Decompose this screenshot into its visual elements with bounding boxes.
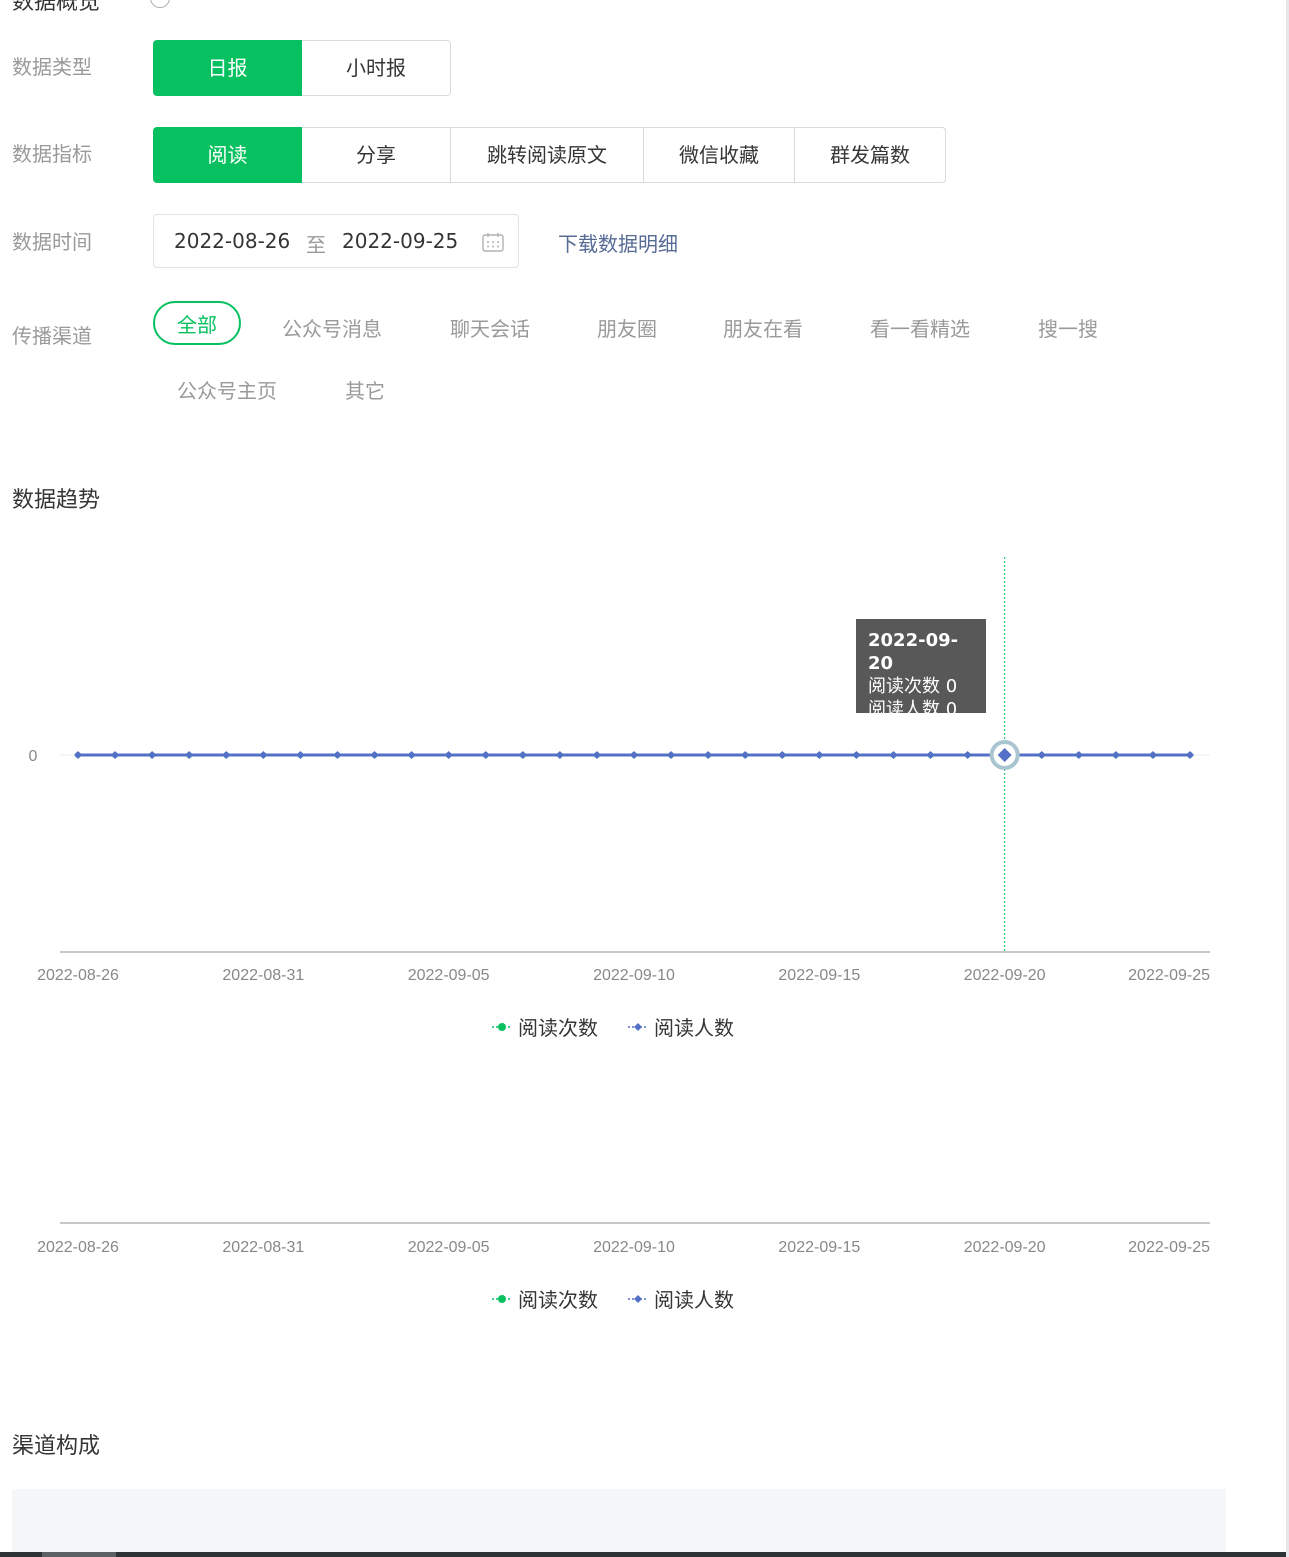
- tooltip-read-count: 阅读次数 0: [868, 676, 958, 697]
- point-reader-count: [1037, 751, 1046, 759]
- legend-label: 阅读人数: [654, 1288, 734, 1312]
- x-tick-label: 2022-09-20: [964, 967, 1046, 984]
- point-reader-count: [148, 751, 157, 759]
- legend-diamond-icon: [628, 1022, 648, 1031]
- legend-reader-count[interactable]: 阅读人数: [628, 1012, 734, 1041]
- point-reader-count: [555, 751, 564, 759]
- point-reader-count: [592, 751, 601, 759]
- point-reader-count: [296, 751, 305, 759]
- point-reader-count: [1111, 751, 1120, 759]
- legend-diamond-icon: [628, 1294, 648, 1303]
- point-reader-count: [704, 751, 713, 759]
- x-tick-label: 2022-09-15: [778, 1239, 860, 1256]
- x-tick-label: 2022-09-05: [408, 1239, 490, 1256]
- point-reader-count: [259, 751, 268, 759]
- point-reader-count: [852, 751, 861, 759]
- point-reader-count: [518, 751, 527, 759]
- point-reader-count: [889, 751, 898, 759]
- x-tick-label: 2022-09-10: [593, 1239, 675, 1256]
- legend2-reader-count[interactable]: 阅读人数: [628, 1284, 734, 1313]
- x-tick-label: 2022-08-31: [222, 1239, 304, 1256]
- tooltip-date: 2022-09-20: [868, 630, 959, 674]
- point-reader-count: [370, 751, 379, 759]
- point-reader-count: [778, 751, 787, 759]
- point-reader-count: [444, 751, 453, 759]
- legend-read-count[interactable]: 阅读次数: [492, 1012, 598, 1041]
- horizontal-scrollbar[interactable]: [0, 1552, 1286, 1557]
- point-reader-count: [407, 751, 416, 759]
- point-reader-count: [963, 751, 972, 759]
- y-tick-label: 0: [29, 748, 38, 765]
- x-tick-label: 2022-08-26: [37, 1239, 119, 1256]
- point-reader-count: [222, 751, 231, 759]
- legend2-read-count[interactable]: 阅读次数: [492, 1284, 598, 1313]
- channel-section-title: 渠道构成: [12, 1434, 101, 1459]
- point-reader-count: [481, 751, 490, 759]
- point-reader-count: [926, 751, 935, 759]
- point-reader-count: [630, 751, 638, 759]
- point-reader-count: [741, 751, 750, 759]
- x-tick-label: 2022-09-05: [408, 967, 490, 984]
- point-reader-count: [667, 751, 676, 759]
- chart2-legend: 阅读次数 阅读人数: [492, 1284, 764, 1313]
- point-reader-count: [333, 751, 342, 759]
- point-reader-count: [1148, 751, 1157, 759]
- legend-label: 阅读人数: [654, 1016, 734, 1040]
- x-tick-label: 2022-09-25: [1128, 1239, 1210, 1256]
- tooltip-reader-count: 阅读人数 0: [868, 699, 958, 720]
- x-tick-label: 2022-08-31: [222, 967, 304, 984]
- x-tick-label: 2022-09-15: [778, 967, 860, 984]
- point-reader-count: [74, 751, 82, 759]
- x-tick-label: 2022-09-25: [1128, 967, 1210, 984]
- legend-circle-icon: [492, 1022, 512, 1031]
- chart-tooltip: 2022-09-20 阅读次数 0 阅读人数 0: [856, 619, 986, 720]
- x-tick-label: 2022-08-26: [37, 967, 119, 984]
- trend-chart: 0 2022-08-26 2022-08-31 2022-09-05 2022-09-1…: [29, 557, 1210, 1256]
- point-reader-count: [111, 751, 120, 759]
- chart-legend: 阅读次数 阅读人数: [492, 1012, 764, 1041]
- x-tick-label: 2022-09-10: [593, 967, 675, 984]
- channel-chart-area: [12, 1489, 1226, 1553]
- legend-label: 阅读次数: [518, 1288, 598, 1312]
- point-reader-count: [185, 751, 194, 759]
- point-reader-count: [1074, 751, 1083, 759]
- point-reader-count: [1186, 751, 1194, 759]
- x-tick-label: 2022-09-20: [964, 1239, 1046, 1256]
- legend-label: 阅读次数: [518, 1016, 598, 1040]
- scrollbar-thumb[interactable]: [42, 1552, 116, 1557]
- point-reader-count: [815, 751, 824, 759]
- data-analysis-page: 数据概览 数据类型 日报 小时报 数据指标 阅读 分享 跳转阅读原文 微信收藏 …: [0, 0, 1289, 1557]
- legend-circle-icon: [492, 1294, 512, 1303]
